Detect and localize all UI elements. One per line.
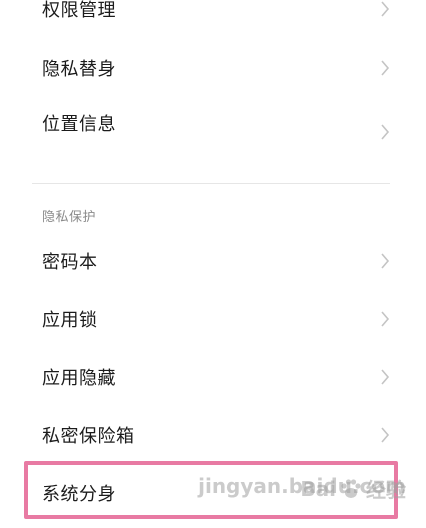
list-item-label: 权限管理 (42, 0, 116, 21)
list-item-permission-management[interactable]: 权限管理 (0, 0, 426, 38)
list-item-label: 位置信息 (42, 114, 116, 135)
list-item-label: 密码本 (42, 252, 98, 273)
chevron-right-icon (380, 123, 390, 141)
list-item-label: 隐私替身 (42, 59, 116, 80)
section-divider (32, 183, 390, 184)
list-item-privacy-avatar[interactable]: 隐私替身 (0, 39, 426, 97)
watermark-sub: jingyan.baidu.com (198, 474, 406, 498)
settings-page: 权限管理 隐私替身 位置信息 隐私保护 密码本 应用锁 应用隐藏 私密保险箱 系… (0, 0, 426, 528)
chevron-right-icon (380, 426, 390, 444)
chevron-right-icon (380, 310, 390, 328)
list-item-private-safe[interactable]: 私密保险箱 (0, 406, 426, 464)
list-item-label: 应用隐藏 (42, 368, 116, 389)
chevron-right-icon (380, 59, 390, 77)
list-item-app-lock[interactable]: 应用锁 (0, 290, 426, 348)
list-item-label: 私密保险箱 (42, 426, 135, 447)
chevron-right-icon (380, 368, 390, 386)
chevron-right-icon (380, 252, 390, 270)
list-item-password-book[interactable]: 密码本 (0, 232, 426, 290)
list-item-location-info[interactable]: 位置信息 (0, 94, 426, 152)
list-item-app-hide[interactable]: 应用隐藏 (0, 348, 426, 406)
chevron-right-icon (380, 0, 390, 18)
list-item-label: 应用锁 (42, 310, 98, 331)
section-title-privacy: 隐私保护 (42, 210, 97, 225)
